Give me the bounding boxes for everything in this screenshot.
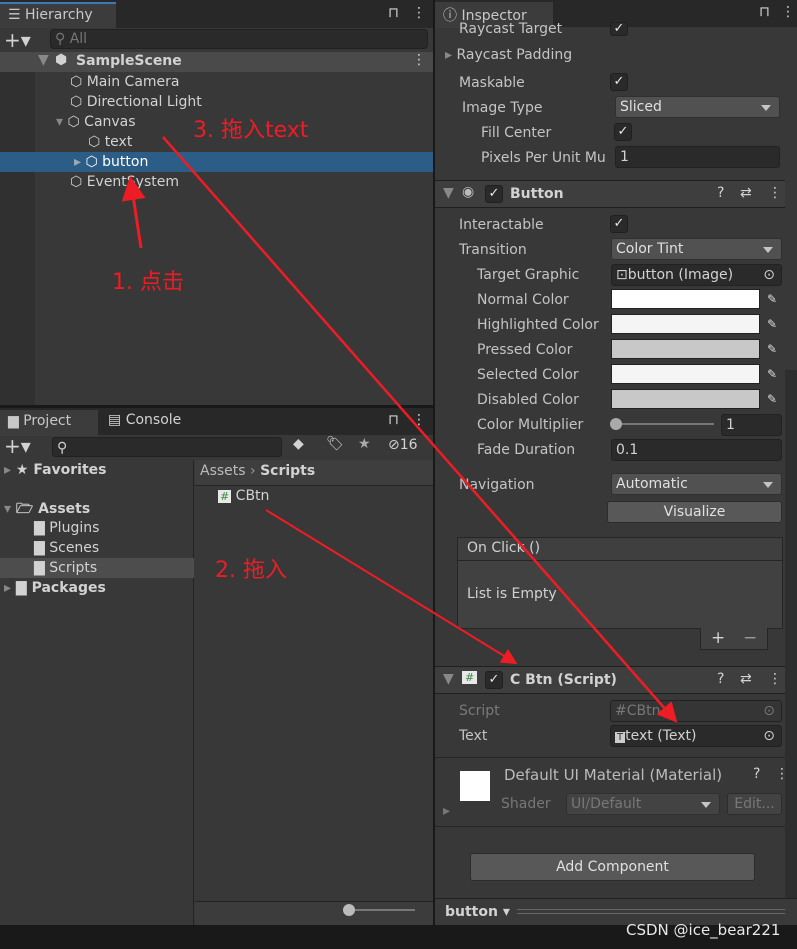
annotation-layer [121,136,678,723]
arrow-step3 [162,136,678,723]
arrow-step1 [121,176,146,249]
annotation-step1: 1. 点击 [112,270,184,295]
annotation-step3: 3. 拖入text [193,118,309,143]
arrow-step2 [265,509,518,665]
annotation-step2: 2. 拖入 [215,558,287,583]
